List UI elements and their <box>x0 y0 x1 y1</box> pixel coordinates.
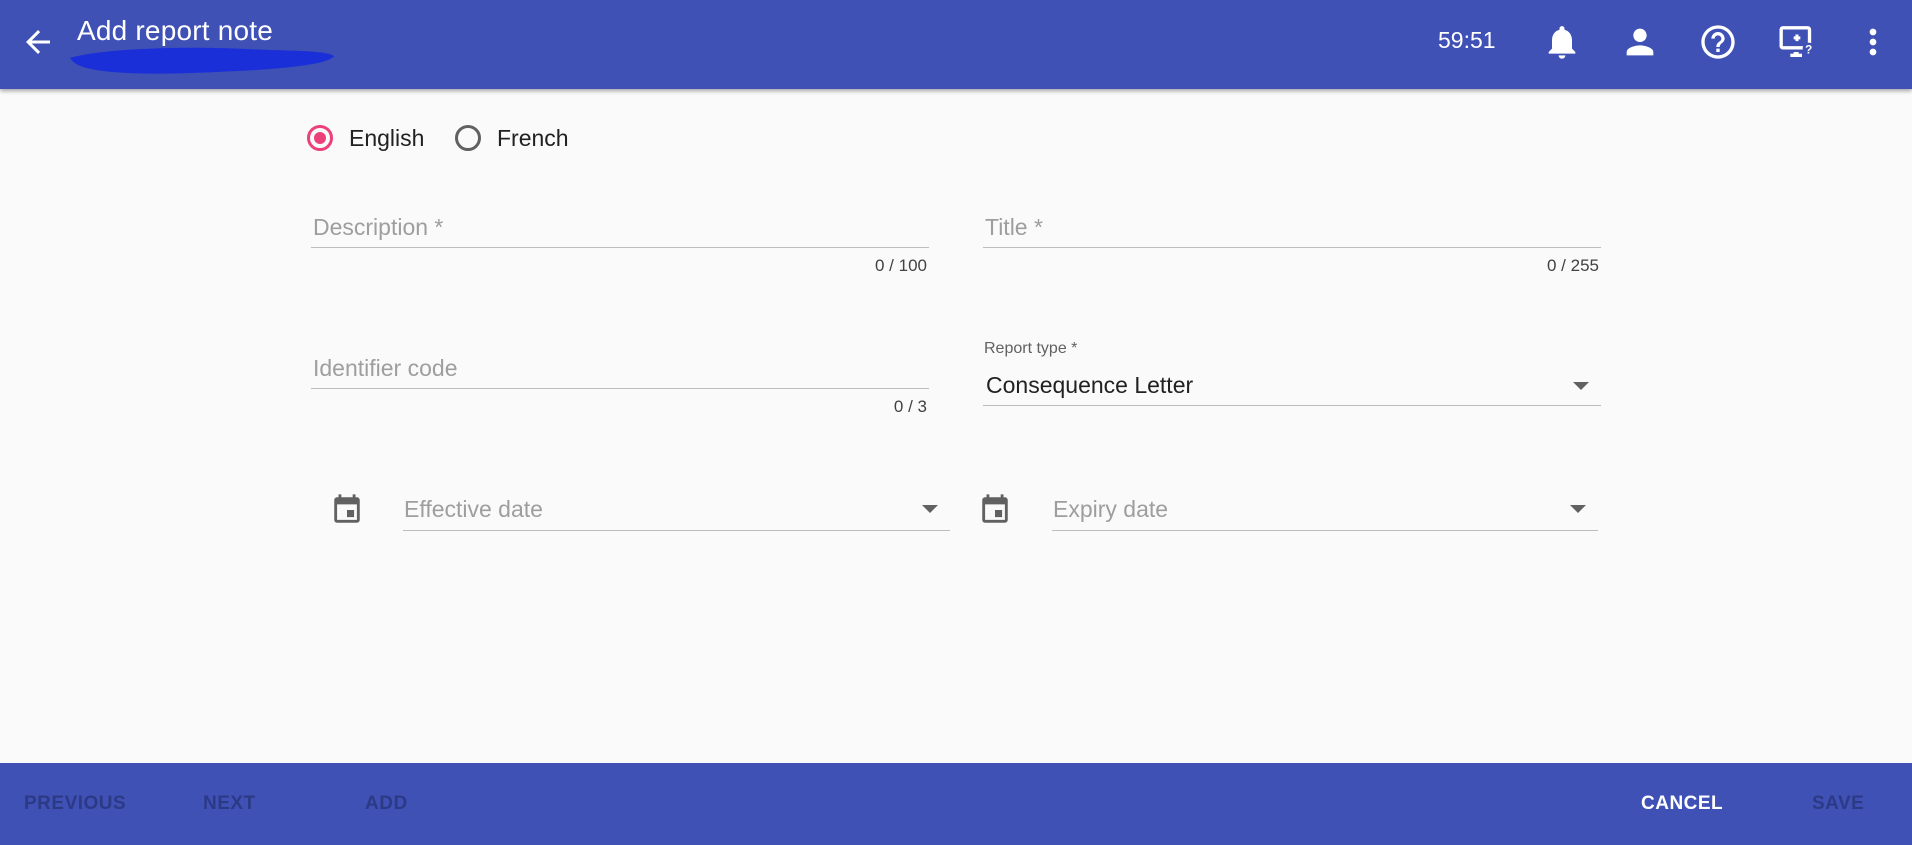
expiry-date-underline <box>1052 530 1598 531</box>
notifications-button[interactable] <box>1542 22 1582 62</box>
effective-date-placeholder: Effective date <box>404 496 543 522</box>
screen-help-icon: ? <box>1779 26 1815 57</box>
expiry-date-calendar-button[interactable] <box>978 493 1012 527</box>
title-field[interactable]: Title * 0 / 255 <box>983 210 1601 285</box>
session-timer: 59:51 <box>1438 27 1496 53</box>
add-button[interactable]: ADD <box>365 763 408 845</box>
report-type-select[interactable]: Report type * Consequence Letter <box>983 338 1601 408</box>
next-button[interactable]: NEXT <box>203 763 256 845</box>
more-vert-icon <box>1869 28 1877 56</box>
title-counter: 0 / 255 <box>1547 256 1599 275</box>
back-button[interactable] <box>20 24 56 60</box>
effective-date-field[interactable]: Effective date <box>403 492 950 532</box>
report-type-underline <box>983 405 1601 406</box>
bottom-action-bar: PREVIOUS NEXT ADD CANCEL SAVE <box>0 763 1912 845</box>
save-button[interactable]: SAVE <box>1812 763 1864 845</box>
calendar-icon <box>334 494 360 523</box>
radio-checked-icon <box>307 125 333 151</box>
effective-date-underline <box>403 530 950 531</box>
title-underline <box>983 247 1601 248</box>
screen-help-button[interactable]: ? <box>1777 22 1817 62</box>
description-field[interactable]: Description * 0 / 100 <box>311 210 929 285</box>
previous-button[interactable]: PREVIOUS <box>24 763 126 845</box>
bell-icon <box>1548 26 1576 59</box>
help-button[interactable] <box>1698 22 1738 62</box>
identifier-code-underline <box>311 388 929 389</box>
effective-date-calendar-button[interactable] <box>330 493 364 527</box>
description-counter: 0 / 100 <box>875 256 927 275</box>
radio-french[interactable]: French <box>455 118 569 158</box>
description-underline <box>311 247 929 248</box>
cancel-button[interactable]: CANCEL <box>1641 763 1723 845</box>
identifier-code-field[interactable]: Identifier code 0 / 3 <box>311 351 929 426</box>
more-options-button[interactable] <box>1853 22 1893 62</box>
svg-text:?: ? <box>1805 44 1812 57</box>
expiry-date-field[interactable]: Expiry date <box>1052 492 1598 532</box>
report-type-label: Report type * <box>984 340 1078 357</box>
identifier-code-placeholder: Identifier code <box>313 355 458 381</box>
redaction-scribble <box>70 47 334 74</box>
dropdown-arrow-icon <box>922 505 938 513</box>
calendar-icon <box>982 494 1008 523</box>
help-icon <box>1701 25 1735 59</box>
dropdown-arrow-icon <box>1570 505 1586 513</box>
arrow-back-icon <box>26 30 50 54</box>
identifier-code-counter: 0 / 3 <box>893 397 927 416</box>
expiry-date-placeholder: Expiry date <box>1053 496 1169 522</box>
report-type-value: Consequence Letter <box>986 372 1194 398</box>
radio-english[interactable]: English <box>307 118 424 158</box>
dropdown-arrow-icon <box>1573 382 1589 390</box>
profile-button[interactable] <box>1620 22 1660 62</box>
description-placeholder: Description * <box>313 214 444 240</box>
radio-label-french: French <box>497 124 569 151</box>
top-app-bar: Add report note 59:51 ? <box>0 0 1912 89</box>
radio-unchecked-icon <box>455 125 481 151</box>
person-icon <box>1626 28 1654 56</box>
title-placeholder: Title * <box>985 214 1043 240</box>
radio-label-english: English <box>349 124 425 151</box>
